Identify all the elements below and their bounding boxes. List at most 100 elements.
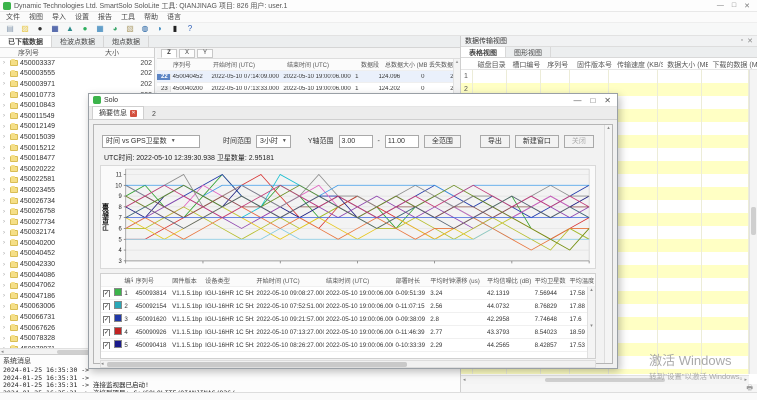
printer-icon[interactable]: 🖶 [746, 384, 753, 392]
close-tab-button[interactable]: 关闭 [564, 135, 594, 148]
new-window-button[interactable]: 新建窗口 [515, 135, 559, 148]
chevron-right-icon[interactable]: › [3, 103, 8, 109]
tab-2[interactable]: 2 [144, 110, 164, 119]
chevron-right-icon[interactable]: › [3, 156, 8, 162]
chart-plot-area[interactable]: 34567891011 [112, 166, 595, 268]
visibility-checkbox[interactable]: ✓ [103, 316, 110, 323]
toolbar-icon[interactable]: ● [80, 24, 90, 34]
chevron-right-icon[interactable]: › [3, 166, 8, 172]
chevron-right-icon[interactable]: › [3, 219, 8, 225]
col-end-time[interactable]: 结束时间 (UTC) [285, 60, 359, 69]
dialog-minimize-button[interactable]: — [573, 96, 581, 105]
menu-item[interactable]: 语言 [167, 12, 181, 22]
dialog-close-button[interactable]: ✕ [604, 96, 611, 105]
dialog-title-bar[interactable]: Solo — □ ✕ [89, 94, 617, 107]
visibility-checkbox[interactable]: ✓ [103, 342, 110, 349]
toolbar-icon[interactable]: ▤ [5, 24, 15, 34]
tab-summary-info[interactable]: 摘要信息 ✕ [92, 106, 144, 119]
col-segments[interactable]: 数据段 [359, 60, 383, 69]
device-row[interactable]: ✓ 1 450093814 V1.1.5.1bp IGU-16HR 1C 5Hz… [101, 287, 595, 300]
menu-item[interactable]: 帮助 [144, 12, 158, 22]
chevron-right-icon[interactable]: › [3, 81, 8, 87]
toolbar-icon[interactable]: ▲ [65, 24, 75, 34]
chevron-right-icon[interactable]: › [3, 325, 8, 331]
full-range-button[interactable]: 全范围 [424, 135, 461, 148]
tab-table-view[interactable]: 表格视图 [461, 47, 506, 57]
col-speed[interactable]: 传输速度 (KB/S) [613, 58, 663, 69]
visibility-checkbox[interactable]: ✓ [103, 290, 110, 297]
toolbar-icon[interactable]: ▦ [50, 24, 60, 34]
device-row[interactable]: ✓ 2 450092154 V1.1.5.1bp IGU-16HR 1C 5Hz… [101, 300, 595, 313]
toolbar-icon[interactable]: ◗ [155, 24, 165, 34]
satellite-chart[interactable]: 卫星数量 34567891011 [100, 165, 596, 269]
tab-receiver-data[interactable]: 检波点数据 [52, 36, 104, 47]
close-button[interactable]: ✕ [744, 2, 750, 10]
visibility-checkbox[interactable]: ✓ [103, 329, 110, 336]
col-serial[interactable]: 序列号 [543, 58, 573, 69]
chevron-right-icon[interactable]: › [3, 187, 8, 193]
tab-downloaded-data[interactable]: 已下载数据 [0, 36, 52, 47]
menu-item[interactable]: 工具 [121, 12, 135, 22]
dialog-vscrollbar[interactable]: ▴ [604, 125, 612, 363]
dock-icon[interactable]: ▫ [741, 37, 743, 45]
axis-z-button[interactable]: Z [161, 49, 177, 58]
device-row[interactable]: ✓ 4 450090926 V1.1.5.1bp IGU-16HR 1C 5Hz… [101, 326, 595, 339]
chevron-right-icon[interactable]: › [3, 315, 8, 321]
chevron-right-icon[interactable]: › [3, 283, 8, 289]
transfer-vscrollbar[interactable] [749, 70, 757, 374]
chevron-right-icon[interactable]: › [3, 304, 8, 310]
y-max-input[interactable]: 11.00 [385, 135, 419, 148]
toolbar-icon[interactable]: ▮ [170, 24, 180, 34]
col-disk-dir[interactable]: 磁盘目录 [474, 58, 509, 69]
toolbar-icon[interactable]: ▨ [20, 24, 30, 34]
toolbar-icon[interactable]: ◕ [110, 24, 120, 34]
col-firmware[interactable]: 固件版本 [170, 276, 203, 285]
chevron-right-icon[interactable]: › [3, 230, 8, 236]
col-slot[interactable]: 槽口编号 [508, 58, 543, 69]
axis-x-button[interactable]: X [179, 49, 195, 58]
tab-shot-data[interactable]: 炮点数据 [104, 36, 149, 47]
chevron-right-icon[interactable]: › [3, 124, 8, 130]
chevron-right-icon[interactable]: › [3, 251, 8, 257]
chevron-right-icon[interactable]: › [3, 240, 8, 246]
col-total-size[interactable]: 总数据大小 (MB) [383, 60, 427, 69]
col-end[interactable]: 结束时间 (UTC) [324, 276, 394, 285]
middle-table-vscrollbar[interactable]: ▴ [453, 59, 460, 95]
menu-item[interactable]: 导入 [52, 12, 66, 22]
chevron-right-icon[interactable]: › [3, 145, 8, 151]
col-serial[interactable]: 序列号 [133, 276, 170, 285]
col-duration[interactable]: 部署时长 [393, 276, 428, 285]
axis-y-button[interactable]: Y [197, 49, 213, 58]
dialog-maximize-button[interactable]: □ [590, 96, 595, 105]
chevron-right-icon[interactable]: › [3, 262, 8, 268]
col-downloaded[interactable]: 下载的数据 (MB) [708, 58, 757, 69]
y-min-input[interactable]: 3.00 [339, 135, 373, 148]
tree-item[interactable]: › 450003971 202 [0, 79, 154, 90]
menu-item[interactable]: 视图 [29, 12, 43, 22]
summary-table-hscrollbar[interactable]: ◂ [100, 360, 596, 368]
time-range-select[interactable]: 3小时 ▼ [256, 135, 291, 148]
panel-close-icon[interactable]: ✕ [747, 37, 753, 45]
tree-item[interactable]: › 450003337 202 [0, 58, 154, 69]
menu-item[interactable]: 文件 [6, 12, 20, 22]
maximize-button[interactable]: □ [732, 2, 736, 10]
col-device-type[interactable]: 设备类型 [203, 276, 254, 285]
device-row[interactable]: ✓ 3 450091620 V1.1.5.1bp IGU-16HR 1C 5Hz… [101, 313, 595, 326]
chevron-right-icon[interactable]: › [3, 336, 8, 342]
col-avg-sats[interactable]: 平均卫星数 [533, 276, 568, 285]
tab-close-icon[interactable]: ✕ [130, 110, 137, 117]
col-start-time[interactable]: 开始时间 (UTC) [211, 60, 285, 69]
plot-type-select[interactable]: 时间 vs GPS卫星数 ▼ [102, 135, 200, 148]
summary-table-vscrollbar[interactable]: ▴▾ [587, 287, 595, 358]
chevron-right-icon[interactable]: › [3, 92, 8, 98]
col-serial[interactable]: 序列号 [171, 60, 211, 69]
chevron-right-icon[interactable]: › [3, 113, 8, 119]
minimize-button[interactable]: — [717, 2, 724, 10]
col-num[interactable]: 编号 [122, 276, 133, 285]
chevron-right-icon[interactable]: › [3, 272, 8, 278]
col-avg-temp[interactable]: 平均温度 [567, 276, 595, 285]
col-data-size[interactable]: 数据大小 (MB) [663, 58, 708, 69]
chevron-right-icon[interactable]: › [3, 177, 8, 183]
device-row[interactable]: ✓ 5 450090418 V1.1.5.1bp IGU-16HR 1C 5Hz… [101, 339, 595, 352]
chevron-right-icon[interactable]: › [3, 71, 8, 77]
